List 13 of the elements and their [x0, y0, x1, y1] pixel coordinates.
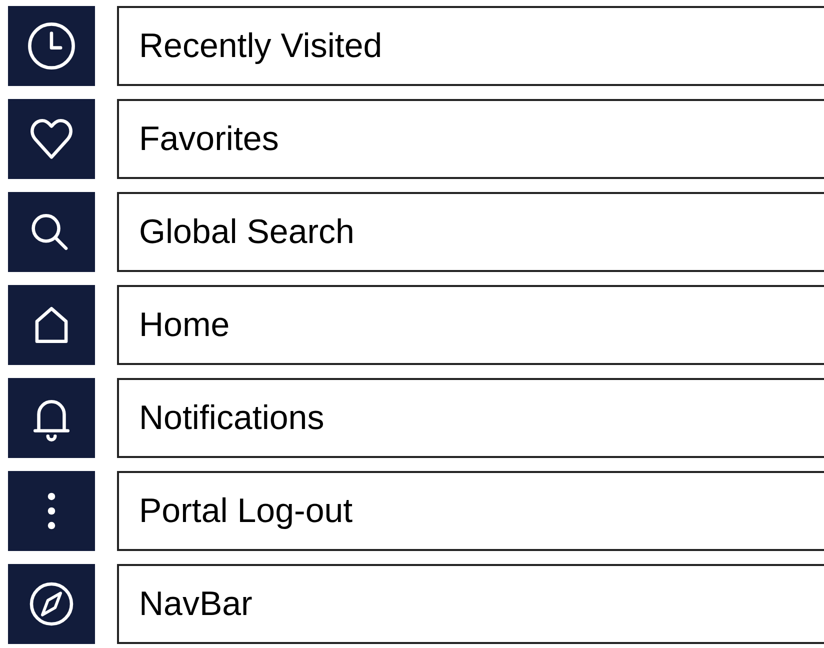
clock-icon: [8, 6, 95, 86]
compass-icon: [8, 564, 95, 644]
more-icon: [8, 471, 95, 551]
caption: Favorites: [117, 99, 824, 179]
bell-icon: [8, 378, 95, 458]
search-icon: [8, 192, 95, 272]
caption: Home: [117, 285, 824, 365]
caption: Recently Visited: [117, 6, 824, 86]
caption: Notifications: [117, 378, 824, 458]
caption: NavBar: [117, 564, 824, 644]
caption: Global Search: [117, 192, 824, 272]
caption: Portal Log-out: [117, 471, 824, 551]
home-icon: [8, 285, 95, 365]
